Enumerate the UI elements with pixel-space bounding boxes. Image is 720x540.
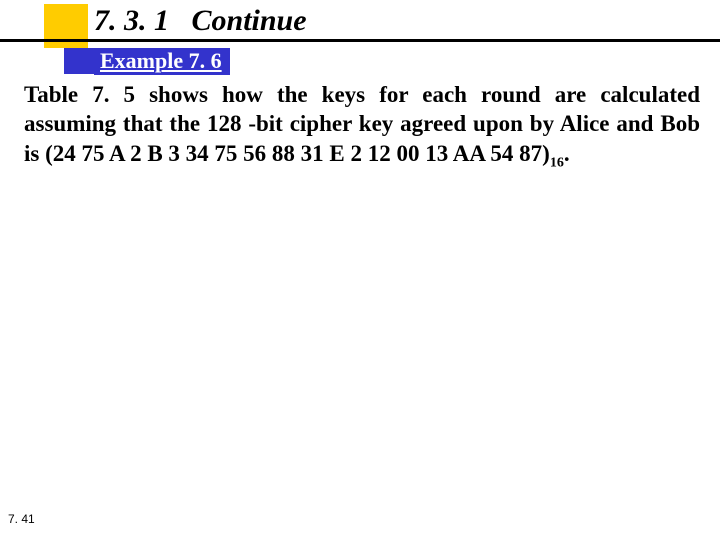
body-text: Table 7. 5 shows how the keys for each r… xyxy=(24,80,700,172)
body-line: Table 7. 5 shows how the keys for each r… xyxy=(24,82,700,166)
page-number: 7. 41 xyxy=(8,512,35,526)
section-title: Continue xyxy=(192,4,307,37)
body-tail: . xyxy=(564,141,570,166)
horizontal-rule xyxy=(0,39,720,42)
section-number: 7. 3. 1 xyxy=(94,4,169,37)
body-subscript: 16 xyxy=(550,155,564,170)
example-label: Example 7. 6 xyxy=(94,48,230,75)
section-heading: 7. 3. 1 Continue xyxy=(94,4,307,38)
example-accent-bar xyxy=(64,48,94,74)
